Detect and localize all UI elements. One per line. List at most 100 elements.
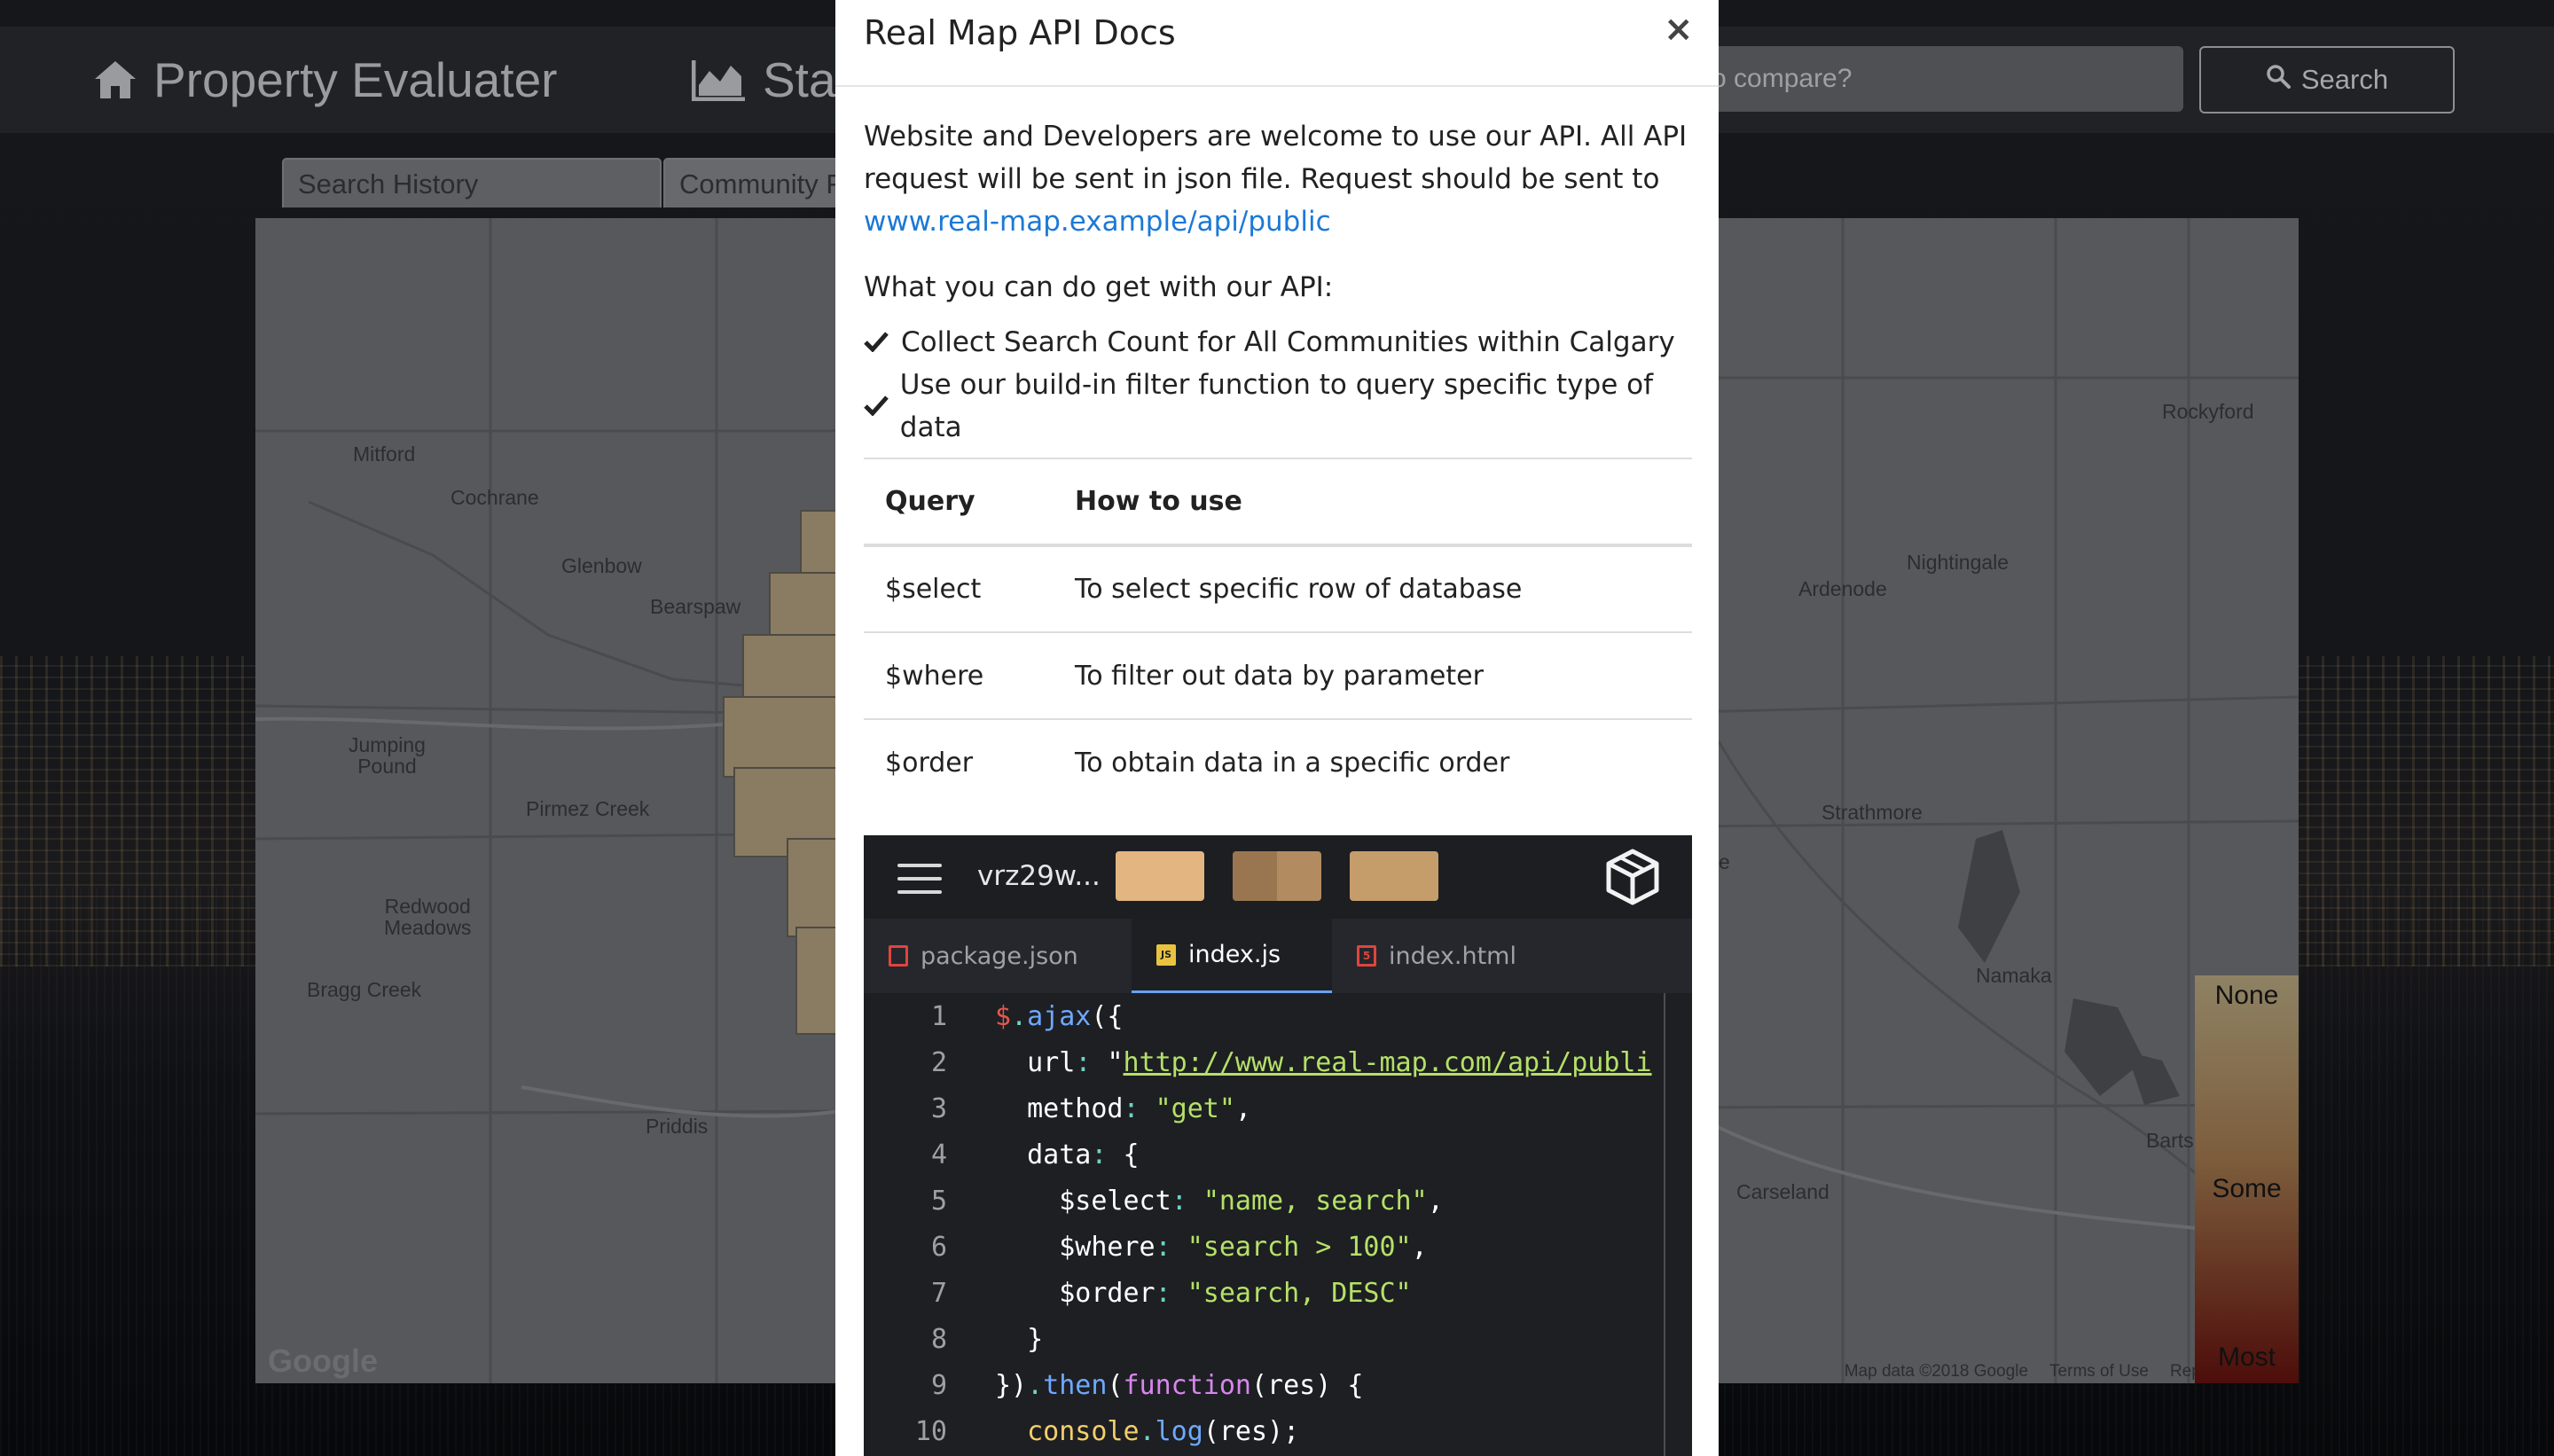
check-icon xyxy=(864,385,891,427)
code-line: 9 }).then(function(res) { xyxy=(864,1362,1692,1408)
nav-stats-label: Sta xyxy=(763,52,836,107)
js-icon: JS xyxy=(1156,943,1176,966)
home-icon xyxy=(93,59,137,100)
sandbox-name: vrz29w... xyxy=(977,860,1101,892)
code-sandbox-embed[interactable]: vrz29w... package.json JS index.js 5 ind… xyxy=(864,835,1692,1456)
map-place-label: Bearspaw xyxy=(650,595,741,618)
usage-cell: To filter out data by parameter xyxy=(1075,660,1484,692)
map-place-label: Glenbow xyxy=(561,554,642,577)
file-tabs: package.json JS index.js 5 index.html xyxy=(864,919,1692,993)
modal-header: Real Map API Docs × xyxy=(835,0,1719,87)
intro-paragraph: Website and Developers are welcome to us… xyxy=(864,115,1692,243)
code-editor[interactable]: 1 $.ajax({ 2 url: "http://www.real-map.c… xyxy=(864,993,1692,1454)
code-line: 1 $.ajax({ xyxy=(864,993,1692,1039)
usage-cell: To select specific row of database xyxy=(1075,574,1523,605)
feature-text: Use our build-in filter function to quer… xyxy=(899,369,1654,443)
close-icon[interactable]: × xyxy=(1664,9,1694,50)
table-row: $where To filter out data by parameter xyxy=(864,632,1692,719)
line-number: 9 xyxy=(930,1369,947,1401)
query-cell: $order xyxy=(885,748,974,779)
map-place-label: Priddis xyxy=(646,1115,709,1138)
map-place-label: Rockyford xyxy=(2162,400,2254,423)
map-place-label: Pirmez Creek xyxy=(526,797,650,820)
feature-item: Use our build-in filter function to quer… xyxy=(864,364,1692,449)
legend-none-label: None xyxy=(2214,981,2279,1010)
brand-link[interactable]: Property Evaluater xyxy=(93,49,558,111)
search-button[interactable]: Search xyxy=(2199,46,2455,114)
tab-community[interactable]: Community F xyxy=(663,158,841,207)
google-logo: Google xyxy=(268,1342,378,1379)
line-number: 5 xyxy=(930,1185,947,1217)
color-swatch xyxy=(1350,851,1438,901)
file-tab-label: package.json xyxy=(921,942,1078,970)
code-line: 4 data: { xyxy=(864,1131,1692,1178)
map-place-label: e xyxy=(1719,850,1730,873)
code-line: 6 $where: "search > 100", xyxy=(864,1224,1692,1270)
search-icon xyxy=(2266,64,2291,96)
color-swatch xyxy=(1233,851,1321,901)
line-number: 2 xyxy=(930,1046,947,1078)
table-header-row: Query How to use xyxy=(864,458,1692,545)
map-place-label: Ardenode xyxy=(1798,577,1887,600)
table-header-query: Query xyxy=(885,486,975,517)
table-header-usage: How to use xyxy=(1075,486,1242,517)
feature-item: Collect Search Count for All Communities… xyxy=(864,321,1692,364)
can-do-heading: What you can do get with our API: xyxy=(864,271,1334,303)
check-icon xyxy=(864,321,892,364)
tab-search-history[interactable]: Search History xyxy=(282,158,662,207)
api-docs-modal: Real Map API Docs × Website and Develope… xyxy=(835,0,1719,1456)
npm-icon xyxy=(889,945,908,967)
terms-of-use-link[interactable]: Terms of Use xyxy=(2049,1362,2149,1382)
codesandbox-cube-icon[interactable] xyxy=(1603,848,1662,910)
file-tab-label: index.html xyxy=(1389,942,1516,970)
code-line: 5 $select: "name, search", xyxy=(864,1178,1692,1224)
map-place-label: Cochrane xyxy=(450,486,539,509)
modal-body: Website and Developers are welcome to us… xyxy=(864,115,1692,449)
modal-title: Real Map API Docs xyxy=(864,13,1176,52)
map-place-label: Mitford xyxy=(353,442,416,466)
map-place-label: Redwood Meadows xyxy=(384,895,472,939)
nav-stats-link[interactable]: Sta xyxy=(692,49,836,111)
file-tab-label: index.js xyxy=(1188,941,1281,968)
area-chart-icon xyxy=(692,59,747,101)
intro-text: Website and Developers are welcome to us… xyxy=(864,121,1688,195)
query-table: Query How to use $select To select speci… xyxy=(864,458,1692,806)
map-place-label: Barts xyxy=(2146,1129,2194,1152)
query-cell: $select xyxy=(885,574,982,605)
table-row: $select To select specific row of databa… xyxy=(864,545,1692,632)
file-tab-index-js[interactable]: JS index.js xyxy=(1132,919,1332,993)
query-cell: $where xyxy=(885,660,984,692)
map-place-label: Carseland xyxy=(1736,1180,1829,1203)
code-line: 2 url: "http://www.real-map.com/api/publ… xyxy=(864,1039,1692,1085)
map-place-label: Strathmore xyxy=(1821,801,1923,824)
line-number: 10 xyxy=(914,1415,947,1447)
code-line: 7 $order: "search, DESC" xyxy=(864,1270,1692,1316)
legend-most-label: Most xyxy=(2217,1342,2276,1372)
file-tab-package-json[interactable]: package.json xyxy=(864,919,1130,993)
legend-some-label: Some xyxy=(2212,1174,2282,1203)
feature-text: Collect Search Count for All Communities… xyxy=(901,326,1675,358)
search-button-label: Search xyxy=(2300,64,2389,95)
code-line: 8 } xyxy=(864,1316,1692,1362)
map-place-label: Namaka xyxy=(1976,964,2052,987)
color-swatch xyxy=(1116,851,1204,901)
usage-cell: To obtain data in a specific order xyxy=(1075,748,1510,779)
line-number: 6 xyxy=(930,1231,947,1263)
line-number: 4 xyxy=(930,1139,947,1170)
map-attribution: Map data ©2018 Google Terms of Use Repor… xyxy=(1845,1362,2221,1382)
map-place-label: Nightingale xyxy=(1907,551,2010,574)
file-tab-index-html[interactable]: 5 index.html xyxy=(1332,919,1563,993)
map-place-label: Bragg Creek xyxy=(307,978,422,1001)
code-url-link[interactable]: http://www.real-map.com/api/publi xyxy=(1124,1047,1652,1078)
table-row: $order To obtain data in a specific orde… xyxy=(864,719,1692,806)
html5-icon: 5 xyxy=(1357,945,1376,967)
line-number: 7 xyxy=(930,1277,947,1309)
api-url-link[interactable]: www.real-map.example/api/public xyxy=(864,206,1331,238)
map-data-text: Map data ©2018 Google xyxy=(1844,1362,2029,1381)
map-legend: None Some Most xyxy=(2195,975,2299,1383)
compare-search-input[interactable] xyxy=(1676,46,2183,112)
hamburger-menu-icon[interactable] xyxy=(897,864,942,894)
editor-scroll-divider xyxy=(1664,993,1665,1456)
map-place-label: Jumping Pound xyxy=(349,733,426,778)
code-line: 3 method: "get", xyxy=(864,1085,1692,1131)
